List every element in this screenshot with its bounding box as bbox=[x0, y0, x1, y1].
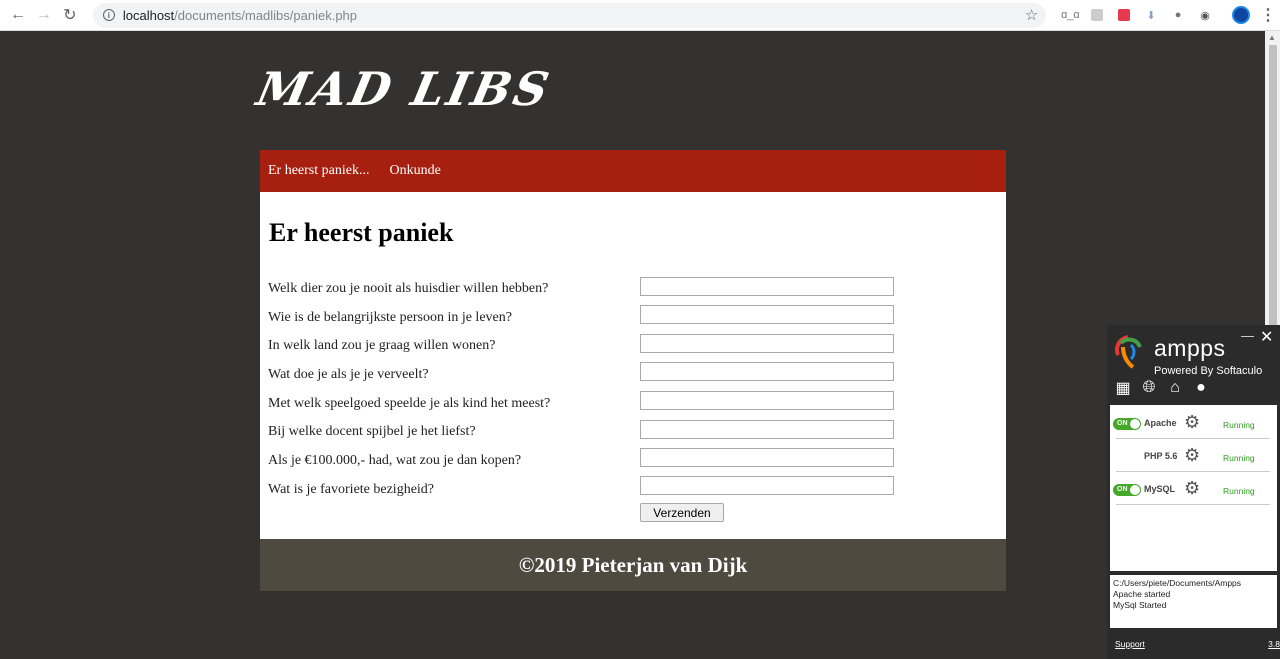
submit-button[interactable]: Verzenden bbox=[640, 503, 724, 522]
ampps-panel: ampps Powered By Softaculo — ✕ ▦ 🌐︎ ⌂ ● … bbox=[1107, 325, 1280, 659]
home-icon[interactable]: ⌂ bbox=[1166, 379, 1184, 397]
question-label: Wie is de belangrijkste persoon in je le… bbox=[268, 310, 512, 325]
ampps-brand: ampps bbox=[1154, 335, 1226, 361]
reload-icon[interactable]: ↻ bbox=[57, 2, 83, 28]
url-host: localhost bbox=[122, 7, 175, 23]
services-list: ON Apache ⚙ Running PHP 5.6 ⚙ Running ON… bbox=[1110, 405, 1277, 571]
close-icon[interactable]: ✕ bbox=[1260, 327, 1273, 347]
nav-link-onkunde[interactable]: Onkunde bbox=[389, 163, 440, 179]
gear-icon[interactable]: ⚙ bbox=[1184, 445, 1200, 466]
question-label: Met welk speelgoed speelde je als kind h… bbox=[268, 396, 551, 411]
ampps-log: C:/Users/piete/Documents/Ampps Apache st… bbox=[1110, 575, 1277, 628]
menu-kebab-icon[interactable]: ⋮ bbox=[1256, 3, 1280, 27]
divider bbox=[1116, 504, 1270, 505]
service-row-apache: ON Apache ⚙ Running bbox=[1110, 406, 1277, 439]
form-panel: Er heerst paniek Welk dier zou je nooit … bbox=[260, 192, 1006, 539]
gear-icon[interactable]: ⚙ bbox=[1184, 478, 1200, 499]
extension-icon[interactable]: ɑ_ɑ bbox=[1058, 3, 1082, 27]
log-line: Apache started bbox=[1113, 589, 1171, 599]
url-path: /documents/madlibs/paniek.php bbox=[174, 7, 358, 23]
answer-input-3[interactable] bbox=[640, 334, 894, 353]
answer-input-4[interactable] bbox=[640, 362, 894, 381]
answer-input-1[interactable] bbox=[640, 277, 894, 296]
site-logo: MAD LIBS bbox=[252, 62, 557, 116]
question-label: Wat is je favoriete bezigheid? bbox=[268, 482, 435, 497]
download-extension-icon[interactable]: ⬇ bbox=[1139, 3, 1163, 27]
service-name: Apache bbox=[1144, 418, 1177, 428]
service-name: PHP 5.6 bbox=[1144, 451, 1178, 461]
question-label: In welk land zou je graag willen wonen? bbox=[268, 338, 496, 353]
question-label: Als je €100.000,- had, wat zou je dan ko… bbox=[268, 453, 522, 468]
answer-input-6[interactable] bbox=[640, 420, 894, 439]
service-status: Running bbox=[1223, 420, 1255, 430]
service-status: Running bbox=[1223, 486, 1255, 496]
mysql-toggle[interactable]: ON bbox=[1113, 484, 1141, 496]
question-label: Welk dier zou je nooit als huisdier will… bbox=[268, 281, 549, 296]
browser-toolbar: ← → ↻ i localhost/documents/madlibs/pani… bbox=[0, 0, 1280, 31]
ampps-powered-by: Powered By Softaculo bbox=[1154, 365, 1263, 377]
apache-toggle[interactable]: ON bbox=[1113, 418, 1141, 430]
site-footer: ©2019 Pieterjan van Dijk bbox=[260, 539, 1006, 591]
ampps-toolbar: ▦ 🌐︎ ⌂ ● bbox=[1114, 379, 1218, 397]
service-name: MySQL bbox=[1144, 484, 1176, 494]
bookmark-star-icon[interactable]: ☆ bbox=[1025, 6, 1038, 24]
ampps-swirl-icon bbox=[1115, 335, 1142, 369]
extension-icon[interactable]: ◉ bbox=[1193, 3, 1217, 27]
extension-icon[interactable]: ● bbox=[1166, 3, 1190, 27]
site-navbar: Er heerst paniek... Onkunde bbox=[260, 150, 1006, 192]
scroll-up-arrow-icon[interactable]: ▲ bbox=[1268, 33, 1276, 42]
log-line: C:/Users/piete/Documents/Ampps bbox=[1113, 578, 1242, 588]
service-row-php: PHP 5.6 ⚙ Running bbox=[1110, 439, 1277, 472]
answer-input-7[interactable] bbox=[640, 448, 894, 467]
forward-arrow-icon[interactable]: → bbox=[31, 2, 57, 28]
back-arrow-icon[interactable]: ← bbox=[5, 2, 31, 28]
answer-input-2[interactable] bbox=[640, 305, 894, 324]
service-status: Running bbox=[1223, 453, 1255, 463]
log-line: MySql Started bbox=[1113, 600, 1167, 610]
answer-input-8[interactable] bbox=[640, 476, 894, 495]
extension-icon[interactable] bbox=[1085, 3, 1109, 27]
answer-input-5[interactable] bbox=[640, 391, 894, 410]
service-row-mysql: ON MySQL ⚙ Running bbox=[1110, 472, 1277, 505]
gear-icon[interactable]: ⚙ bbox=[1184, 412, 1200, 433]
support-link[interactable]: Support bbox=[1115, 639, 1145, 649]
version-link[interactable]: 3.8 bbox=[1268, 639, 1280, 649]
site-info-icon[interactable]: i bbox=[102, 9, 115, 21]
scrollbar-thumb[interactable] bbox=[1269, 45, 1277, 365]
apps-grid-icon[interactable]: ▦ bbox=[1114, 379, 1132, 397]
question-label: Wat doe je als je je verveelt? bbox=[268, 367, 429, 382]
nav-link-paniek[interactable]: Er heerst paniek... bbox=[268, 163, 369, 179]
page-title: Er heerst paniek bbox=[269, 218, 454, 247]
question-label: Bij welke docent spijbel je het liefst? bbox=[268, 424, 476, 439]
minimize-icon[interactable]: — bbox=[1241, 328, 1254, 343]
globe-icon[interactable]: 🌐︎ bbox=[1140, 379, 1158, 397]
pocket-icon[interactable] bbox=[1112, 3, 1136, 27]
profile-avatar[interactable] bbox=[1229, 3, 1253, 27]
address-bar[interactable]: i localhost/documents/madlibs/paniek.php… bbox=[92, 2, 1047, 28]
user-icon[interactable]: ● bbox=[1192, 379, 1210, 397]
